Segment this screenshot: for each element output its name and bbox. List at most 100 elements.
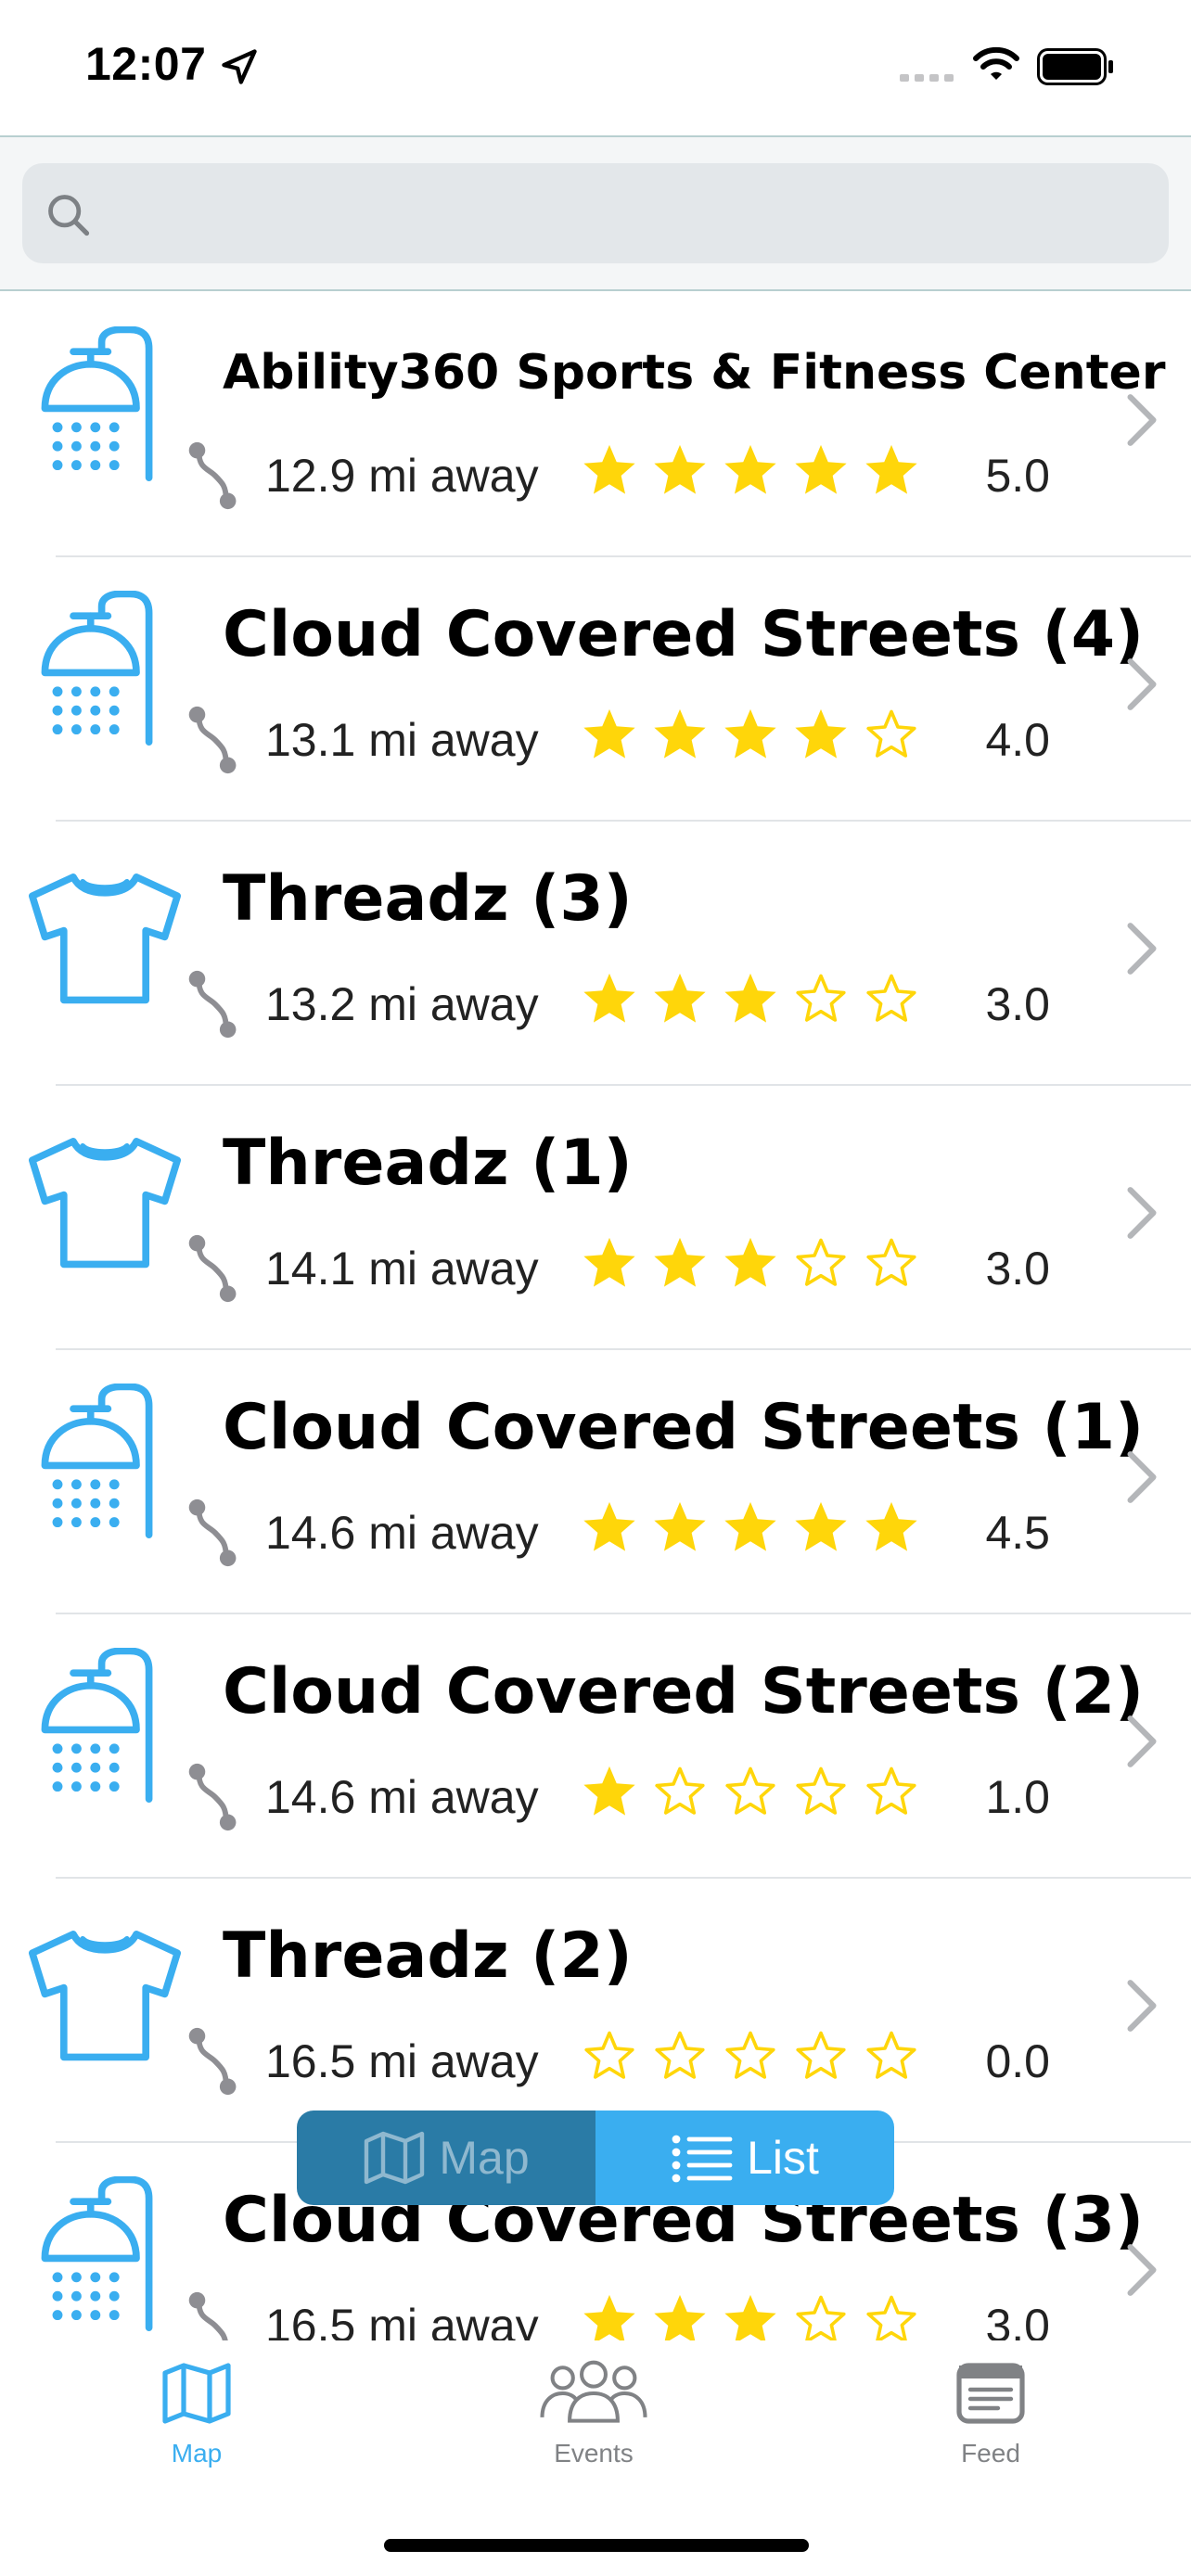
chevron-right-icon (1127, 1715, 1157, 1767)
list-item[interactable]: Cloud Covered Streets (2) 14.6 mi away 1.0 (0, 1614, 1191, 1879)
list-item[interactable]: Threadz (1) 14.1 mi away 3.0 (0, 1086, 1191, 1350)
star-empty-icon (866, 2295, 916, 2340)
rating-value: 5.0 (985, 450, 1050, 502)
star-filled-icon (724, 708, 776, 759)
location-name: Threadz (1) (223, 1127, 633, 1200)
star-filled-icon (724, 2294, 776, 2340)
rating-value: 3.0 (985, 978, 1050, 1030)
location-name: Ability360 Sports & Fitness Center (223, 345, 1166, 401)
location-list: Ability360 Sports & Fitness Center 12.9 m… (0, 293, 1191, 2340)
tab-feed[interactable]: Feed (879, 2359, 1102, 2498)
star-filled-icon (795, 444, 847, 494)
star-rating (581, 706, 920, 771)
star-rating (581, 970, 920, 1035)
star-empty-icon (584, 2031, 634, 2079)
star-filled-icon (724, 1501, 776, 1551)
chevron-right-icon (1127, 394, 1157, 446)
list-item[interactable]: Cloud Covered Streets (4) 13.1 mi away 4.0 (0, 557, 1191, 822)
route-icon (188, 706, 237, 774)
star-empty-icon (655, 2031, 705, 2079)
tab-map-label: Map (171, 2439, 223, 2468)
status-time: 12:07 (85, 38, 207, 90)
tshirt-icon (28, 1930, 182, 2061)
tab-feed-label: Feed (961, 2439, 1020, 2468)
distance-label: 14.6 mi away (265, 1507, 539, 1559)
chevron-right-icon (1127, 1187, 1157, 1239)
route-icon (188, 1234, 237, 1303)
star-filled-icon (865, 1501, 917, 1551)
shower-icon (41, 326, 153, 482)
rating-value: 4.0 (985, 714, 1050, 766)
tab-events[interactable]: Events (482, 2359, 705, 2498)
star-rating (581, 1234, 920, 1299)
star-filled-icon (583, 708, 635, 759)
chevron-right-icon (1127, 658, 1157, 710)
route-icon (188, 2291, 228, 2340)
star-filled-icon (654, 708, 706, 759)
search-field[interactable] (22, 163, 1169, 263)
distance-label: 13.1 mi away (265, 714, 539, 766)
people-icon (540, 2360, 647, 2423)
star-filled-icon (583, 973, 635, 1023)
star-empty-icon (866, 1238, 916, 1286)
location-name: Cloud Covered Streets (1) (223, 1391, 1145, 1464)
list-view-label: List (747, 2132, 819, 2184)
star-filled-icon (654, 2294, 706, 2340)
map-view-button[interactable]: Map (297, 2111, 596, 2205)
star-filled-icon (724, 444, 776, 494)
tab-map[interactable]: Map (85, 2359, 308, 2498)
map-icon (365, 2131, 425, 2185)
list-icon (672, 2135, 733, 2183)
star-filled-icon (583, 1766, 635, 1816)
star-filled-icon (583, 2294, 635, 2340)
chevron-right-icon (1127, 2244, 1157, 2296)
star-empty-icon (796, 2031, 846, 2079)
distance-label: 13.2 mi away (265, 978, 539, 1030)
star-empty-icon (796, 1238, 846, 1286)
status-bar: 12:07 (0, 0, 1191, 135)
star-rating (581, 1498, 920, 1563)
star-empty-icon (796, 974, 846, 1022)
home-indicator (384, 2539, 809, 2552)
list-item[interactable]: Threadz (3) 13.2 mi away 3.0 (0, 822, 1191, 1086)
star-filled-icon (583, 1237, 635, 1287)
battery-icon (1037, 48, 1113, 85)
star-filled-icon (654, 1237, 706, 1287)
distance-label: 16.5 mi away (265, 2035, 539, 2087)
search-bar (0, 137, 1191, 291)
location-name: Cloud Covered Streets (2) (223, 1655, 1145, 1728)
shower-icon (41, 591, 153, 746)
star-rating (581, 2291, 920, 2340)
star-rating (581, 1763, 920, 1828)
star-filled-icon (724, 1237, 776, 1287)
route-icon (188, 1498, 237, 1567)
map-view-label: Map (439, 2132, 530, 2184)
search-input[interactable] (108, 182, 1146, 245)
view-toggle: Map List (297, 2111, 894, 2205)
wifi-icon (973, 46, 1019, 80)
star-empty-icon (866, 709, 916, 758)
distance-label: 14.6 mi away (265, 1771, 539, 1823)
list-view-button[interactable]: List (596, 2111, 894, 2205)
distance-label: 16.5 mi away (265, 2300, 539, 2340)
shower-icon (41, 1648, 153, 1804)
star-empty-icon (866, 974, 916, 1022)
star-empty-icon (796, 1766, 846, 1815)
tshirt-icon (28, 873, 182, 1004)
tab-events-label: Events (554, 2439, 634, 2468)
route-icon (188, 970, 237, 1039)
list-item[interactable]: Threadz (2) 16.5 mi away 0.0 (0, 1879, 1191, 2143)
star-rating (581, 2027, 920, 2092)
map-icon (162, 2363, 231, 2424)
list-item[interactable]: Ability360 Sports & Fitness Center 12.9 m… (0, 293, 1191, 557)
star-filled-icon (654, 1501, 706, 1551)
chevron-right-icon (1127, 923, 1157, 975)
list-item[interactable]: Cloud Covered Streets (1) 14.6 mi away 4.5 (0, 1350, 1191, 1614)
chevron-right-icon (1127, 1980, 1157, 2032)
location-name: Threadz (2) (223, 1919, 633, 1993)
star-empty-icon (725, 2031, 775, 2079)
star-rating (581, 441, 920, 506)
chevron-right-icon (1127, 1451, 1157, 1503)
rating-value: 0.0 (985, 2035, 1050, 2087)
star-empty-icon (796, 2295, 846, 2340)
